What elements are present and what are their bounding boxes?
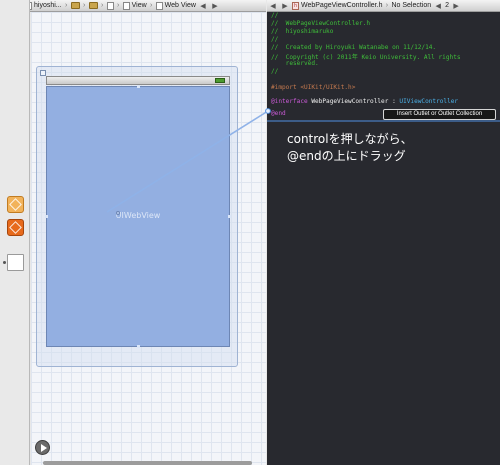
battery-icon <box>215 78 225 83</box>
folder-icon <box>88 2 98 9</box>
web-view-label: UIWebView <box>115 211 161 220</box>
separator-icon: › <box>150 2 153 9</box>
chevron-left-icon[interactable]: ◀ <box>197 2 209 10</box>
zoom-play-button[interactable] <box>35 440 50 455</box>
chevron-right-icon[interactable]: ▶ <box>279 2 291 10</box>
jump-bar-folder[interactable] <box>70 2 81 9</box>
superclass-name: UIViewController <box>399 98 459 105</box>
code-line: // Created by Hiroyuki Watanabe on 11/12… <box>271 44 437 51</box>
view-object-icon[interactable] <box>7 254 24 271</box>
storyboard-icon <box>106 1 114 10</box>
separator-icon: › <box>100 2 104 9</box>
jump-bar-right: ◀ ▶ h WebPageViewController.h › No Selec… <box>267 0 500 12</box>
horizontal-scrollbar[interactable] <box>43 461 252 465</box>
code-editor[interactable]: // // WebPageViewController.h // hiyoshi… <box>267 12 500 465</box>
header-file-icon: h <box>292 1 299 10</box>
code-line: // <box>271 68 279 75</box>
simulated-status-bar <box>46 76 230 85</box>
jump-bar-item-label: Web View <box>164 2 196 9</box>
code-line: // <box>271 12 279 19</box>
jump-bar-folder-2[interactable] <box>88 2 99 9</box>
cube-face <box>9 221 22 234</box>
instruction-line-1: controlを押しながら、 <box>287 132 413 146</box>
folder-icon <box>70 2 80 9</box>
code-line: // hiyoshimaruko <box>271 28 334 35</box>
jump-bar-left: ◀ ▶ hiyoshi... › › › › View › Web View ◀… <box>0 0 266 12</box>
view-icon <box>122 1 130 10</box>
code-line: // <box>271 36 279 43</box>
jump-bar-storyboard[interactable] <box>106 1 115 10</box>
resize-handle[interactable] <box>45 215 48 218</box>
connection-origin-handle[interactable] <box>116 211 120 215</box>
scene-dock <box>0 0 30 465</box>
separator-icon: › <box>82 2 86 9</box>
separator-icon: › <box>385 2 389 9</box>
jump-bar-file[interactable]: h WebPageViewController.h <box>291 1 383 10</box>
jump-bar-scene-label: View <box>131 2 147 9</box>
cube-face <box>9 198 22 211</box>
resize-handle[interactable] <box>137 345 140 348</box>
resize-handle[interactable] <box>137 85 140 88</box>
separator-icon: › <box>64 2 68 9</box>
resize-handle[interactable] <box>228 215 231 218</box>
jump-bar-item[interactable]: Web View <box>155 1 197 10</box>
interface-keyword: @interface <box>271 98 308 105</box>
end-line: @end <box>271 110 286 117</box>
view-controller-scene[interactable]: UIWebView <box>36 66 238 367</box>
view-controller-icon[interactable] <box>7 219 24 236</box>
chevron-right-icon[interactable]: ▶ <box>209 2 221 10</box>
instruction-annotation: controlを押しながら、 @endの上にドラッグ <box>287 131 447 165</box>
jump-bar-project-label: hiyoshi... <box>34 2 62 9</box>
jump-bar-selection[interactable]: No Selection <box>390 2 432 9</box>
code-line: // WebPageViewController.h <box>271 20 371 27</box>
insert-outlet-tooltip: Insert Outlet or Outlet Collection <box>383 109 496 120</box>
play-icon <box>41 444 47 452</box>
first-responder-icon[interactable] <box>7 196 24 213</box>
chevron-left-icon[interactable]: ◀ <box>432 2 444 10</box>
interface-line: @interface WebPageViewController : UIVie… <box>271 98 458 105</box>
interface-name: WebPageViewController : <box>307 98 400 105</box>
separator-icon: › <box>116 2 120 9</box>
import-path: <UIKit/UIKit.h> <box>296 84 356 91</box>
webview-icon <box>155 1 163 10</box>
web-view[interactable]: UIWebView <box>45 85 231 348</box>
xcode-window: ◀ ▶ hiyoshi... › › › › View › Web View ◀… <box>0 0 500 465</box>
bullet-icon <box>3 261 6 264</box>
import-line: #import <UIKit/UIKit.h> <box>271 84 355 91</box>
code-line: reserved. <box>271 60 319 67</box>
instruction-line-2: @endの上にドラッグ <box>287 149 406 163</box>
jump-bar-scene[interactable]: View <box>122 1 148 10</box>
import-keyword: #import <box>271 84 297 91</box>
jump-bar-file-label: WebPageViewController.h <box>301 2 383 9</box>
storyboard-canvas[interactable]: UIWebView <box>31 12 266 465</box>
chevron-left-icon[interactable]: ◀ <box>267 2 279 10</box>
jump-bar-selection-label: No Selection <box>391 2 432 9</box>
chevron-right-icon[interactable]: ▶ <box>450 2 462 10</box>
